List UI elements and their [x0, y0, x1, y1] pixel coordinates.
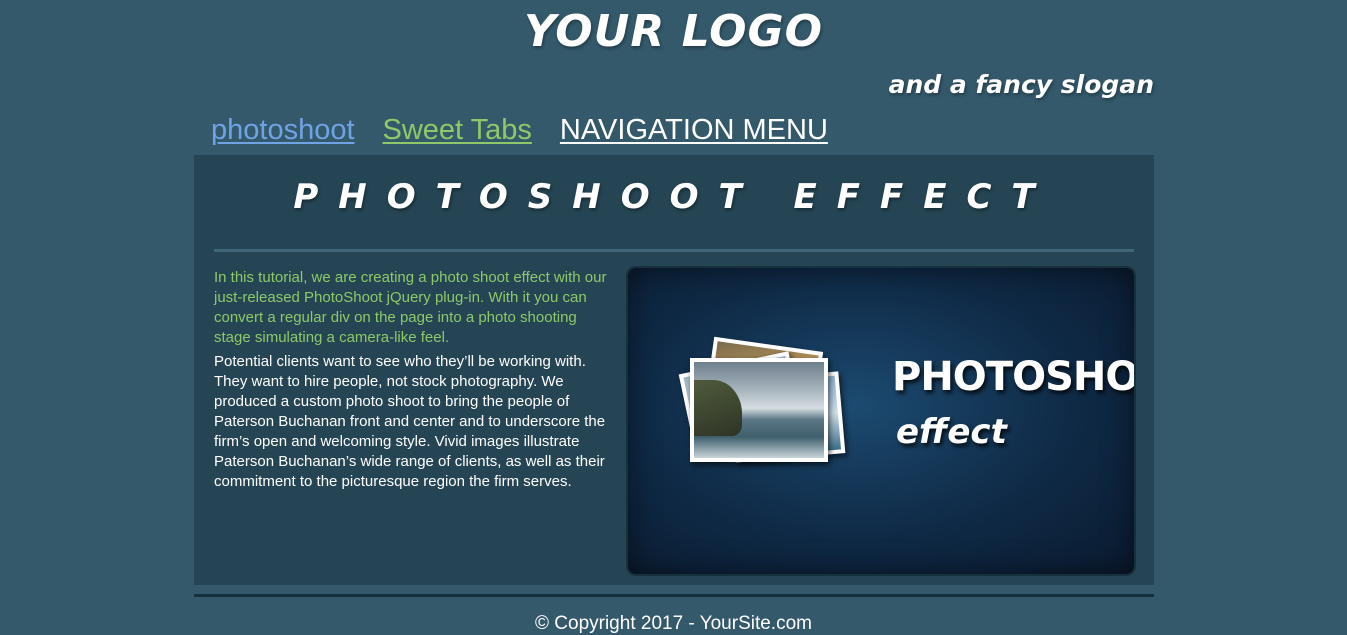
hero-subtitle: effect: [896, 412, 1007, 452]
hero-image: PHOTOSHOOT effect: [628, 268, 1134, 574]
site-slogan: and a fancy slogan: [888, 70, 1154, 99]
hero-title: PHOTOSHOOT: [892, 354, 1134, 400]
photo-stack-top: [690, 358, 828, 462]
page-title: PHOTOSHOOT EFFECT: [293, 177, 1055, 217]
rock-shape: [694, 380, 742, 436]
title-divider: [214, 249, 1134, 252]
nav-link-sweet-tabs[interactable]: Sweet Tabs: [383, 114, 532, 150]
nav-link-navigation-menu[interactable]: NAVIGATION MENU: [560, 114, 828, 150]
main-navigation: photoshoot Sweet Tabs NAVIGATION MENU: [211, 114, 828, 150]
nav-link-photoshoot[interactable]: photoshoot: [211, 114, 355, 150]
intro-paragraph: In this tutorial, we are creating a phot…: [214, 269, 607, 346]
footer-divider: [194, 594, 1154, 597]
footer-copyright: © Copyright 2017 - YourSite.com: [535, 613, 812, 634]
content-panel: PHOTOSHOOT EFFECT In this tutorial, we a…: [194, 155, 1154, 585]
site-logo[interactable]: YOUR LOGO: [0, 6, 1347, 57]
page: YOUR LOGO and a fancy slogan photoshoot …: [0, 0, 1347, 635]
body-paragraph: Potential clients want to see who they’l…: [214, 353, 606, 490]
